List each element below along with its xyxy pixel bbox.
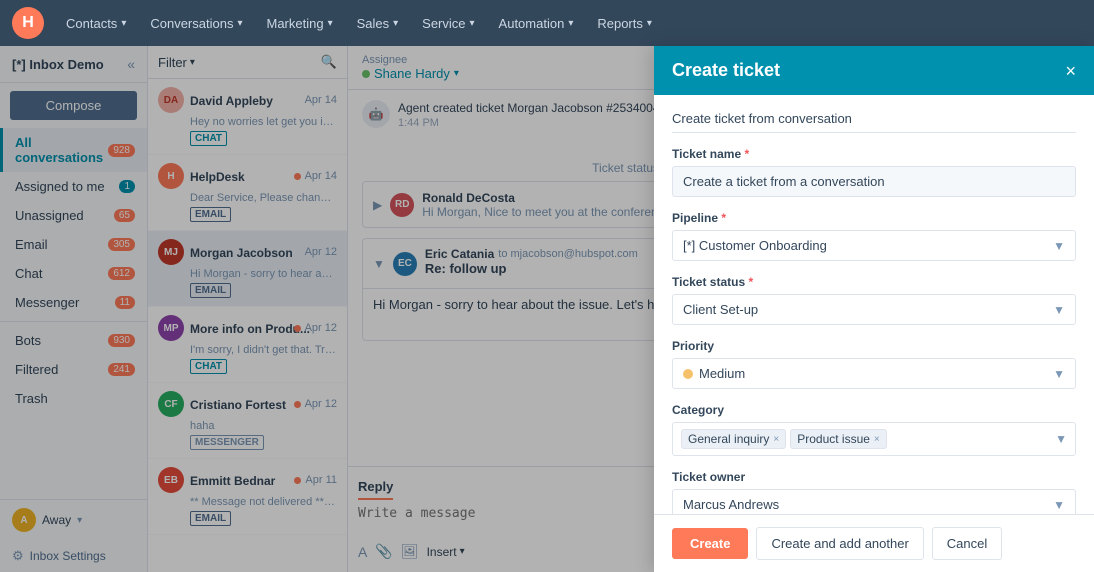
ticket-status-label: Ticket status * bbox=[672, 275, 1076, 289]
tag-product-issue: Product issue × bbox=[790, 429, 887, 449]
chevron-down-icon: ▼ bbox=[1053, 498, 1065, 512]
priority-select[interactable]: Medium ▼ bbox=[672, 358, 1076, 389]
logo-icon: H bbox=[22, 14, 34, 32]
category-field: Category General inquiry × Product issue… bbox=[672, 403, 1076, 456]
tag-remove-icon[interactable]: × bbox=[773, 434, 779, 445]
priority-dot-icon bbox=[683, 369, 693, 379]
ticket-status-field: Ticket status * Client Set-up ▼ bbox=[672, 275, 1076, 325]
modal-overlay: Create ticket × Create ticket from conve… bbox=[0, 46, 1094, 572]
chevron-down-icon: ▾ bbox=[568, 18, 573, 29]
nav-contacts[interactable]: Contacts ▾ bbox=[56, 0, 136, 46]
nav-marketing[interactable]: Marketing ▾ bbox=[256, 0, 342, 46]
create-ticket-panel: Create ticket × Create ticket from conve… bbox=[654, 46, 1094, 572]
create-button[interactable]: Create bbox=[672, 528, 748, 559]
priority-label: Priority bbox=[672, 339, 1076, 353]
pipeline-label: Pipeline * bbox=[672, 211, 1076, 225]
ticket-name-field: Ticket name * bbox=[672, 147, 1076, 197]
chevron-down-icon: ▼ bbox=[1053, 367, 1065, 381]
chevron-down-icon: ▼ bbox=[1055, 432, 1067, 446]
nav-reports[interactable]: Reports ▾ bbox=[587, 0, 662, 46]
pipeline-field: Pipeline * [*] Customer Onboarding ▼ bbox=[672, 211, 1076, 261]
panel-title: Create ticket bbox=[672, 60, 780, 81]
ticket-name-input[interactable] bbox=[672, 166, 1076, 197]
panel-footer: Create Create and add another Cancel bbox=[654, 514, 1094, 572]
nav-automation[interactable]: Automation ▾ bbox=[489, 0, 584, 46]
ticket-owner-select[interactable]: Marcus Andrews ▼ bbox=[672, 489, 1076, 514]
chevron-down-icon: ▾ bbox=[121, 18, 126, 29]
panel-subtitle: Create ticket from conversation bbox=[672, 111, 1076, 133]
close-icon[interactable]: × bbox=[1065, 62, 1076, 80]
top-nav: H Contacts ▾ Conversations ▾ Marketing ▾… bbox=[0, 0, 1094, 46]
category-label: Category bbox=[672, 403, 1076, 417]
create-and-another-button[interactable]: Create and add another bbox=[756, 527, 923, 560]
panel-body: Create ticket from conversation Ticket n… bbox=[654, 95, 1094, 514]
chevron-down-icon: ▾ bbox=[647, 18, 652, 29]
ticket-owner-field: Ticket owner Marcus Andrews ▼ bbox=[672, 470, 1076, 514]
nav-service[interactable]: Service ▾ bbox=[412, 0, 484, 46]
main-layout: [*] Inbox Demo « Compose All conversatio… bbox=[0, 46, 1094, 572]
chevron-down-icon: ▼ bbox=[1053, 239, 1065, 253]
panel-header: Create ticket × bbox=[654, 46, 1094, 95]
nav-conversations[interactable]: Conversations ▾ bbox=[140, 0, 252, 46]
chevron-down-icon: ▾ bbox=[328, 18, 333, 29]
pipeline-select[interactable]: [*] Customer Onboarding ▼ bbox=[672, 230, 1076, 261]
ticket-name-label: Ticket name * bbox=[672, 147, 1076, 161]
tag-general-inquiry: General inquiry × bbox=[681, 429, 786, 449]
chevron-down-icon: ▾ bbox=[393, 18, 398, 29]
cancel-button[interactable]: Cancel bbox=[932, 527, 1002, 560]
chevron-down-icon: ▾ bbox=[470, 18, 475, 29]
chevron-down-icon: ▾ bbox=[237, 18, 242, 29]
tag-remove-icon[interactable]: × bbox=[874, 434, 880, 445]
chevron-down-icon: ▼ bbox=[1053, 303, 1065, 317]
priority-field: Priority Medium ▼ bbox=[672, 339, 1076, 389]
ticket-owner-label: Ticket owner bbox=[672, 470, 1076, 484]
category-tags[interactable]: General inquiry × Product issue × ▼ bbox=[672, 422, 1076, 456]
ticket-status-select[interactable]: Client Set-up ▼ bbox=[672, 294, 1076, 325]
logo[interactable]: H bbox=[12, 7, 44, 39]
nav-sales[interactable]: Sales ▾ bbox=[347, 0, 409, 46]
